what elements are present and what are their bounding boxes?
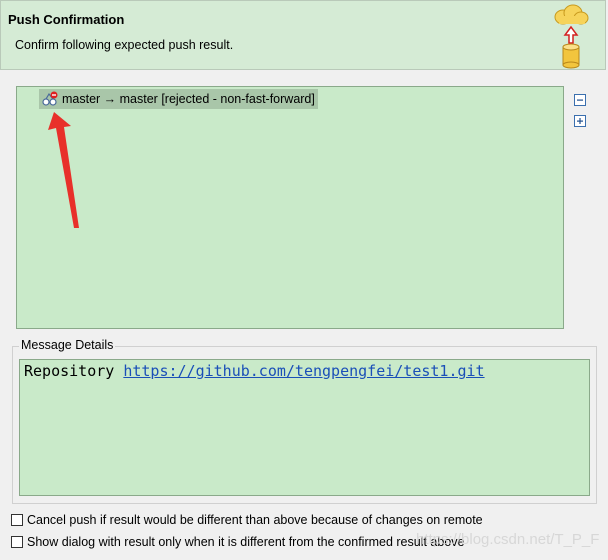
- expand-all-icon: [577, 118, 583, 124]
- dialog-subtitle: Confirm following expected push result.: [15, 38, 234, 52]
- dialog-title: Push Confirmation: [8, 12, 125, 27]
- cancel-push-option[interactable]: Cancel push if result would be different…: [11, 513, 483, 527]
- show-dialog-label: Show dialog with result only when it is …: [27, 535, 465, 549]
- show-dialog-option[interactable]: Show dialog with result only when it is …: [11, 535, 465, 549]
- dialog-header: Push Confirmation Confirm following expe…: [0, 0, 606, 70]
- repository-label: Repository: [24, 362, 124, 380]
- push-confirmation-dialog: Push Confirmation Confirm following expe…: [0, 0, 608, 560]
- watermark: https://blog.csdn.net/T_P_F: [416, 531, 600, 548]
- repository-url-link[interactable]: https://github.com/tengpengfei/test1.git: [123, 362, 484, 380]
- show-dialog-checkbox[interactable]: [11, 536, 23, 548]
- ref-rejected-icon: [42, 91, 58, 106]
- collapse-all-icon: [577, 99, 583, 101]
- message-details-text[interactable]: Repository https://github.com/tengpengfe…: [19, 359, 590, 496]
- push-result-text: master → master [rejected - non-fast-for…: [62, 92, 315, 106]
- push-result-row[interactable]: master → master [rejected - non-fast-for…: [39, 89, 318, 109]
- push-result-tree[interactable]: master → master [rejected - non-fast-for…: [16, 86, 564, 329]
- cancel-push-checkbox[interactable]: [11, 514, 23, 526]
- cancel-push-label: Cancel push if result would be different…: [27, 513, 483, 527]
- collapse-all-button[interactable]: [574, 94, 586, 106]
- message-details-legend: Message Details: [19, 338, 116, 352]
- push-to-cloud-icon: [554, 4, 589, 69]
- expand-all-button[interactable]: [574, 115, 586, 127]
